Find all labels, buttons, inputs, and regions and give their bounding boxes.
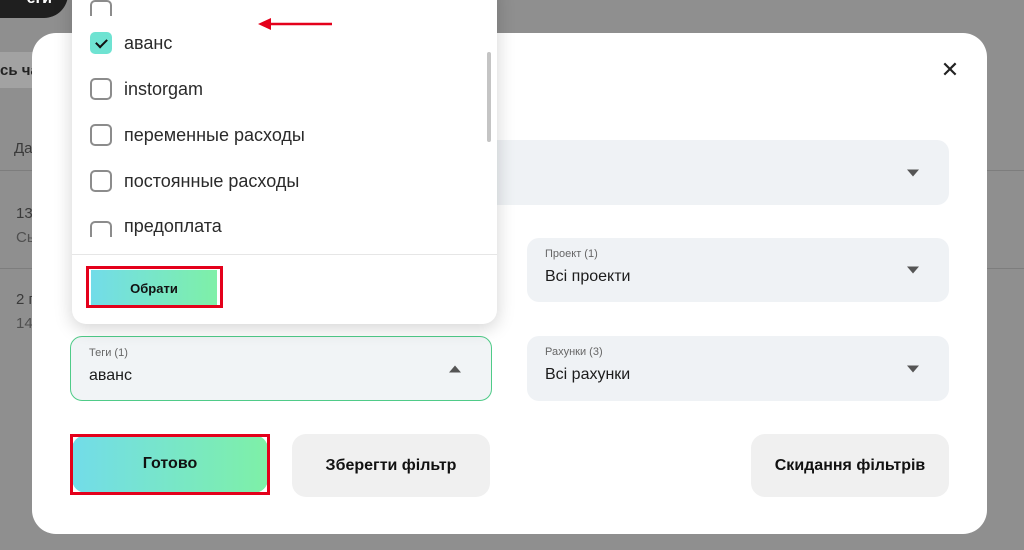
background-row-1-date: 13 [16,205,33,222]
dropdown-option-partial[interactable] [90,0,112,18]
dropdown-option-label: аванс [124,32,173,53]
background-row-2-sub: 14 [16,315,33,332]
accounts-select-label: Рахунки (3) [545,346,603,358]
dropdown-option-fixed-expenses[interactable]: постоянные расходы [90,168,299,194]
chevron-down-icon [907,365,919,372]
save-filter-button[interactable]: Зберегти фільтр [292,434,490,497]
dropdown-option-label: instorgam [124,78,204,99]
dropdown-scrollbar[interactable] [487,52,491,142]
project-select[interactable]: Проект (1) Всі проекти [527,238,949,302]
accounts-select-value: Всі рахунки [545,366,631,383]
background-column-header: Да [14,140,33,157]
close-button[interactable]: ✕ [938,57,962,82]
tags-select[interactable]: Теги (1) аванс [70,336,492,401]
dropdown-option-label: предоплата [124,215,222,236]
tags-select-label: Теги (1) [89,347,128,359]
background-divider [0,268,32,269]
select-tags-button-label: Обрати [130,280,178,296]
background-divider [987,268,1024,269]
save-filter-button-label: Зберегти фільтр [325,456,457,474]
done-button-label: Готово [142,455,198,472]
dropdown-option-variable-expenses[interactable]: переменные расходы [90,122,305,148]
dropdown-option-avans[interactable]: аванс [90,30,172,56]
dropdown-option-label: переменные расходы [124,124,305,145]
checkbox-icon[interactable] [90,0,112,16]
dropdown-option-prepayment[interactable]: предоплата [90,213,222,239]
background-divider [987,170,1024,171]
dropdown-option-instorgam[interactable]: instorgam [90,76,203,102]
annotation-arrow-icon [258,18,332,30]
tags-dropdown: аванс instorgam переменные расходы посто… [72,0,497,324]
top-filter-select[interactable] [470,140,949,205]
dropdown-divider [72,254,497,255]
checkbox-icon[interactable] [90,170,112,192]
close-icon: ✕ [940,57,960,82]
checkbox-icon[interactable] [90,78,112,100]
chevron-down-icon [907,169,919,176]
background-top-button-label: еги [27,0,52,8]
reset-filters-button[interactable]: Скидання фільтрів [751,434,949,497]
reset-filters-button-label: Скидання фільтрів [774,456,926,474]
done-button[interactable]: Готово [72,435,268,493]
tags-select-value: аванс [89,367,132,384]
checkbox-icon[interactable] [90,221,112,237]
background-divider [0,170,32,171]
project-select-label: Проект (1) [545,248,598,260]
checkbox-checked-icon[interactable] [90,32,112,54]
project-select-value: Всі проекти [545,268,631,285]
chevron-down-icon [907,266,919,274]
dropdown-option-label: постоянные расходы [124,170,300,191]
chevron-up-icon [449,365,461,372]
background-top-button: еги [0,0,68,18]
accounts-select[interactable]: Рахунки (3) Всі рахунки [527,336,949,401]
checkbox-icon[interactable] [90,124,112,146]
select-tags-button[interactable]: Обрати [91,270,217,306]
